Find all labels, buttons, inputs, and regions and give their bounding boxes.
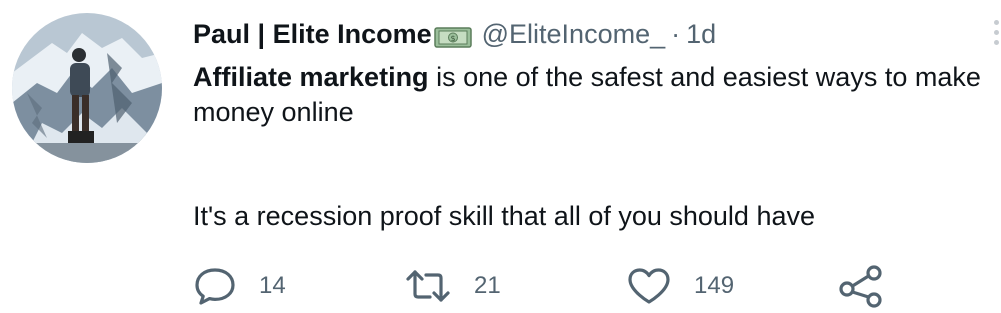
- heart-icon: [628, 268, 670, 304]
- share-button[interactable]: [838, 262, 884, 310]
- like-count: 149: [694, 272, 735, 299]
- tweet-text: Affiliate marketing is one of the safest…: [193, 60, 983, 234]
- dollar-banknote-icon: $: [433, 22, 474, 48]
- reply-count: 14: [259, 272, 286, 299]
- tweet-timestamp[interactable]: 1d: [686, 16, 716, 52]
- retweet-arrows-icon: [406, 270, 450, 302]
- author-display-name[interactable]: Paul | Elite Income: [193, 16, 432, 52]
- share-nodes-icon: [839, 265, 882, 308]
- tweet-bold-lead: Affiliate marketing: [193, 62, 429, 92]
- tweet-header: Paul | Elite Income $ @EliteIncome_ · 1d: [193, 16, 716, 52]
- tweet-card[interactable]: Paul | Elite Income $ @EliteIncome_ · 1d…: [0, 0, 1001, 313]
- author-handle[interactable]: @EliteIncome_: [482, 16, 666, 52]
- tweet-paragraph-1: Affiliate marketing is one of the safest…: [193, 60, 983, 130]
- svg-text:$: $: [450, 34, 455, 43]
- like-button[interactable]: 149: [626, 262, 734, 310]
- reply-button[interactable]: 14: [193, 262, 286, 310]
- header-separator: ·: [671, 19, 681, 49]
- avatar-photo: [12, 13, 162, 163]
- tweet-paragraph-2: It's a recession proof skill that all of…: [193, 201, 815, 231]
- avatar[interactable]: [12, 13, 162, 163]
- retweet-count: 21: [474, 272, 501, 299]
- retweet-button[interactable]: 21: [404, 262, 501, 310]
- vertical-ellipsis-icon[interactable]: [988, 20, 1001, 50]
- speech-bubble-icon: [195, 268, 235, 305]
